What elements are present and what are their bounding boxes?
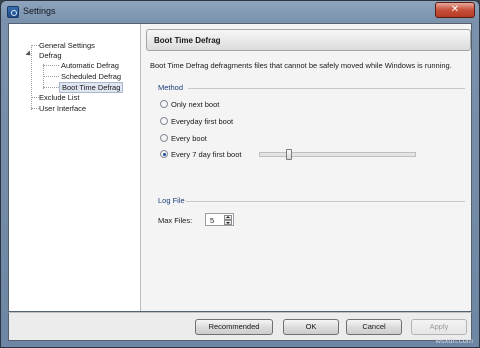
dialog-button-bar: Recommended OK Cancel Apply [8, 312, 472, 341]
tree-item-general-settings[interactable]: General Settings [39, 41, 95, 50]
log-file-divider [186, 201, 465, 202]
tree-connector [31, 45, 32, 110]
tree-item-user-interface[interactable]: User Interface [39, 104, 86, 113]
ok-button[interactable]: OK [283, 319, 339, 335]
tree-connector [31, 97, 39, 98]
window-title: Settings [23, 6, 56, 16]
radio-label: Only next boot [171, 100, 220, 109]
tree-item-boot-time-defrag[interactable]: Boot Time Defrag [59, 82, 124, 93]
method-group-label: Method [158, 83, 184, 92]
tree-connector [31, 108, 39, 109]
radio-button[interactable] [160, 117, 168, 125]
radio-label: Everyday first boot [171, 117, 234, 126]
max-files-label: Max Files: [158, 216, 193, 225]
log-file-group-label: Log File [158, 196, 185, 205]
settings-window: Settings ✕ General Settings Defrag Autom… [0, 0, 480, 348]
panel-header: Boot Time Defrag [146, 29, 471, 51]
radio-label: Every 7 day first boot [171, 150, 242, 159]
recommended-button[interactable]: Recommended [195, 319, 273, 335]
radio-label: Every boot [171, 134, 207, 143]
tree-item-defrag[interactable]: Defrag [39, 51, 62, 60]
radio-button-checked[interactable] [160, 150, 168, 158]
panel-description: Boot Time Defrag defragments files that … [150, 61, 452, 70]
dialog-client-area: General Settings Defrag Automatic Defrag… [8, 23, 472, 312]
boot-time-defrag-panel: Boot Time Defrag Boot Time Defrag defrag… [142, 24, 471, 311]
tree-connector [43, 76, 59, 77]
apply-button[interactable]: Apply [411, 319, 467, 335]
days-slider-thumb[interactable] [286, 149, 293, 160]
app-icon [7, 6, 19, 18]
watermark: wsxdn.com [435, 336, 473, 345]
close-icon: ✕ [450, 4, 460, 15]
max-files-value[interactable]: 5 [210, 216, 214, 225]
tree-connector [31, 45, 39, 46]
spin-down-icon[interactable] [224, 220, 232, 225]
method-divider [188, 88, 465, 89]
cancel-button[interactable]: Cancel [346, 319, 402, 335]
tree-item-scheduled-defrag[interactable]: Scheduled Defrag [61, 72, 121, 81]
radio-button[interactable] [160, 134, 168, 142]
title-bar[interactable]: Settings ✕ [1, 1, 479, 23]
days-slider-track[interactable] [259, 152, 416, 157]
close-button[interactable]: ✕ [435, 2, 475, 18]
tree-connector [43, 65, 59, 66]
tree-item-automatic-defrag[interactable]: Automatic Defrag [61, 61, 119, 70]
tree-connector [43, 87, 59, 88]
radio-button[interactable] [160, 100, 168, 108]
settings-tree: General Settings Defrag Automatic Defrag… [9, 24, 141, 311]
tree-item-exclude-list[interactable]: Exclude List [39, 93, 79, 102]
panel-title: Boot Time Defrag [154, 36, 221, 45]
max-files-spinner[interactable]: 5 [205, 213, 234, 226]
